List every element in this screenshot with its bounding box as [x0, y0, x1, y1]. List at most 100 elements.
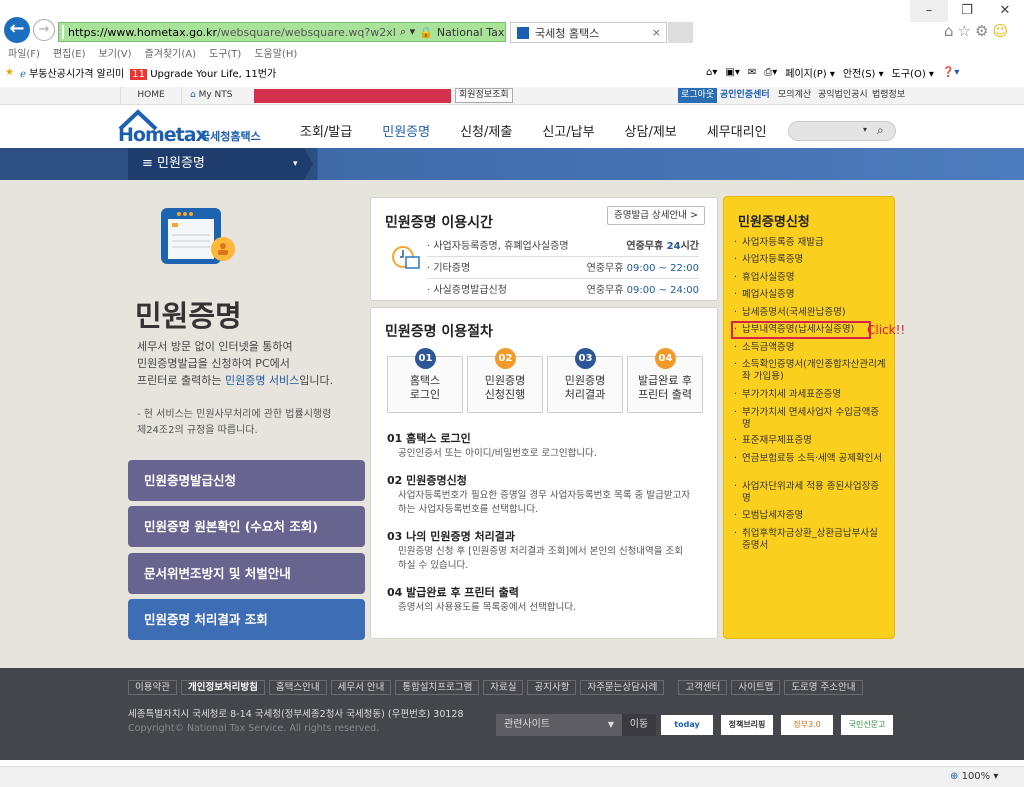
- menu-icon: ≡: [142, 156, 153, 171]
- menu-file[interactable]: 파일(F): [8, 45, 40, 60]
- apply-item[interactable]: 취업후학자금상환_상환금납부사실증명서: [734, 528, 886, 552]
- help-icon[interactable]: ❓▾: [942, 67, 959, 78]
- home-icon[interactable]: ⌂: [944, 22, 958, 40]
- home-icon[interactable]: ⌂▾: [706, 67, 717, 78]
- footer-link[interactable]: 통합설치프로그램: [395, 680, 480, 695]
- footer-link[interactable]: 도로명 주소안내: [784, 680, 863, 695]
- banner-gov30[interactable]: 정부3.0: [781, 715, 833, 735]
- close-window-button[interactable]: ✕: [986, 0, 1024, 22]
- gear-icon[interactable]: ⚙: [975, 22, 992, 40]
- move-button[interactable]: 이동: [622, 714, 656, 736]
- note-line[interactable]: - 현 서비스는 민원사무처리에 관한 법률시행령: [137, 407, 331, 423]
- mynts-link[interactable]: ⌂ My NTS: [190, 87, 233, 104]
- mail-icon[interactable]: ✉: [748, 67, 756, 78]
- browser-tab[interactable]: 국세청 홈택스 ×: [510, 22, 667, 43]
- gnb-report[interactable]: 신고/납부: [542, 121, 594, 140]
- apply-certificate-button[interactable]: 민원증명발급신청: [128, 460, 365, 501]
- favorite-label: 부동산공시가격 알리미: [29, 69, 125, 80]
- member-info-button[interactable]: 회원정보조회: [455, 88, 513, 103]
- forward-button[interactable]: →: [33, 19, 55, 41]
- gnb-certificate[interactable]: 민원증명: [382, 121, 430, 140]
- browser-toolbar-icons[interactable]: ⌂☆⚙☺: [944, 22, 1012, 40]
- tools-menu[interactable]: 도구(O) ▾: [892, 65, 934, 80]
- banner-today[interactable]: today: [661, 715, 713, 735]
- apply-item[interactable]: 모범납세자증명: [734, 510, 886, 522]
- menu-view[interactable]: 보기(V): [99, 45, 132, 60]
- apply-item[interactable]: 사업자등록증명: [734, 254, 886, 266]
- new-tab-button[interactable]: [668, 22, 693, 43]
- apply-item-payment-history[interactable]: 납부내역증명(납세사실증명): [731, 321, 871, 339]
- apply-item[interactable]: 휴업사실증명: [734, 272, 886, 284]
- ie-icon: ℯ: [19, 69, 26, 80]
- tab-favicon: [516, 25, 530, 40]
- apply-item[interactable]: 소득확인증명서(개인종합자산관리계좌 가입용): [734, 359, 886, 383]
- menu-help[interactable]: 도움말(H): [254, 45, 297, 60]
- footer-link[interactable]: 세무서 안내: [330, 680, 392, 695]
- search-icon[interactable]: ⌕ ▾: [400, 25, 415, 39]
- section-label: 민원증명: [157, 156, 205, 171]
- logout-button[interactable]: 로그아웃: [678, 88, 718, 103]
- home-link[interactable]: HOME: [120, 87, 182, 104]
- safety-menu[interactable]: 안전(S) ▾: [843, 65, 884, 80]
- zoom-control[interactable]: ⊕ 100% ▾: [950, 771, 998, 782]
- favorite-link[interactable]: ℯ 부동산공시가격 알리미: [20, 65, 124, 80]
- apply-item[interactable]: 부가가치세 과세표준증명: [734, 389, 886, 401]
- footer-link[interactable]: 사이트맵: [731, 680, 781, 695]
- apply-item[interactable]: 부가가치세 면세사업자 수입금액증명: [734, 407, 886, 431]
- gnb-consult[interactable]: 상담/제보: [625, 121, 677, 140]
- close-tab-icon[interactable]: ×: [652, 26, 661, 39]
- apply-item[interactable]: 폐업사실증명: [734, 289, 886, 301]
- search-icon[interactable]: ⌕: [877, 123, 884, 138]
- back-button[interactable]: ←: [4, 17, 30, 43]
- house-icon: ⌂: [190, 90, 196, 100]
- footer-link[interactable]: 개인정보처리방침: [180, 680, 265, 695]
- apply-item[interactable]: 연금보험료등 소득·세액 공제확인서: [734, 453, 886, 465]
- restore-button[interactable]: ❐: [948, 0, 986, 22]
- minimize-button[interactable]: –: [910, 0, 948, 22]
- favorites-star-icon[interactable]: ★: [5, 67, 14, 78]
- verify-original-button[interactable]: 민원증명 원본확인 (수요처 조회): [128, 506, 365, 547]
- gnb-agent[interactable]: 세무대리인: [707, 121, 767, 140]
- page-menu[interactable]: 페이지(P) ▾: [785, 65, 835, 80]
- footer-link[interactable]: 자주묻는상담사례: [580, 680, 665, 695]
- dropdown-arrow-icon[interactable]: ▾: [863, 125, 867, 134]
- smiley-icon[interactable]: ☺: [992, 22, 1012, 40]
- cert-center-link[interactable]: 공인인증센터: [720, 87, 770, 104]
- gnb-apply[interactable]: 신청/제출: [460, 121, 512, 140]
- rss-icon[interactable]: ▣▾: [725, 67, 739, 78]
- menu-tools[interactable]: 도구(T): [209, 45, 241, 60]
- apply-item[interactable]: 사업자등록증 재발급: [734, 237, 886, 249]
- section-dropdown[interactable]: ≡ 민원증명 ▾: [128, 148, 313, 180]
- footer-link[interactable]: 이용약관: [128, 680, 177, 695]
- footer-link[interactable]: 공지사항: [527, 680, 577, 695]
- footer-link[interactable]: 홈택스안내: [268, 680, 327, 695]
- detail-guide-button[interactable]: 증명발급 상세안내 >: [607, 206, 705, 225]
- related-sites-select[interactable]: 관련사이트 ▼: [496, 714, 622, 736]
- chevron-down-icon: ▾: [293, 159, 298, 169]
- star-icon[interactable]: ☆: [958, 22, 975, 40]
- forgery-prevention-button[interactable]: 문서위변조방지 및 처벌안내: [128, 553, 365, 594]
- footer-link[interactable]: 고객센터: [678, 680, 728, 695]
- result-lookup-button[interactable]: 민원증명 처리결과 조회: [128, 599, 365, 640]
- favorite-link[interactable]: 11 Upgrade Your Life, 11번가: [130, 65, 276, 80]
- hometax-logo[interactable]: Hometax 국세청홈택스: [118, 109, 268, 147]
- menu-favorites[interactable]: 즐겨찾기(A): [145, 45, 196, 60]
- procedure-title: 민원증명 이용절차: [385, 324, 493, 340]
- apply-item[interactable]: 표준재무제표증명: [734, 435, 886, 447]
- apply-item[interactable]: 사업자단위과세 적용 종된사업장증명: [734, 481, 886, 505]
- address-bar[interactable]: https://www.hometax.go.kr/websquare/webs…: [58, 22, 506, 42]
- desc-highlight: 민원증명 서비스: [224, 374, 300, 387]
- footer-link[interactable]: 자료실: [483, 680, 524, 695]
- banner-epeople[interactable]: 국민신문고: [841, 715, 893, 735]
- print-icon[interactable]: ⎙▾: [764, 67, 777, 78]
- simulation-link[interactable]: 모의계산: [778, 87, 811, 104]
- menu-edit[interactable]: 편집(E): [53, 45, 86, 60]
- search-input[interactable]: ▾ ⌕: [788, 121, 896, 141]
- note-line[interactable]: 제24조2의 규정을 따릅니다.: [137, 423, 331, 439]
- banner-policy-briefing[interactable]: 정책브리핑: [721, 715, 773, 735]
- public-corp-link[interactable]: 공익법인공시: [818, 87, 868, 104]
- gnb-lookup[interactable]: 조회/발급: [300, 121, 352, 140]
- apply-item[interactable]: 납세증명서(국세완납증명): [734, 307, 886, 319]
- apply-item[interactable]: 소득금액증명: [734, 342, 886, 354]
- law-info-link[interactable]: 법령정보: [872, 87, 905, 104]
